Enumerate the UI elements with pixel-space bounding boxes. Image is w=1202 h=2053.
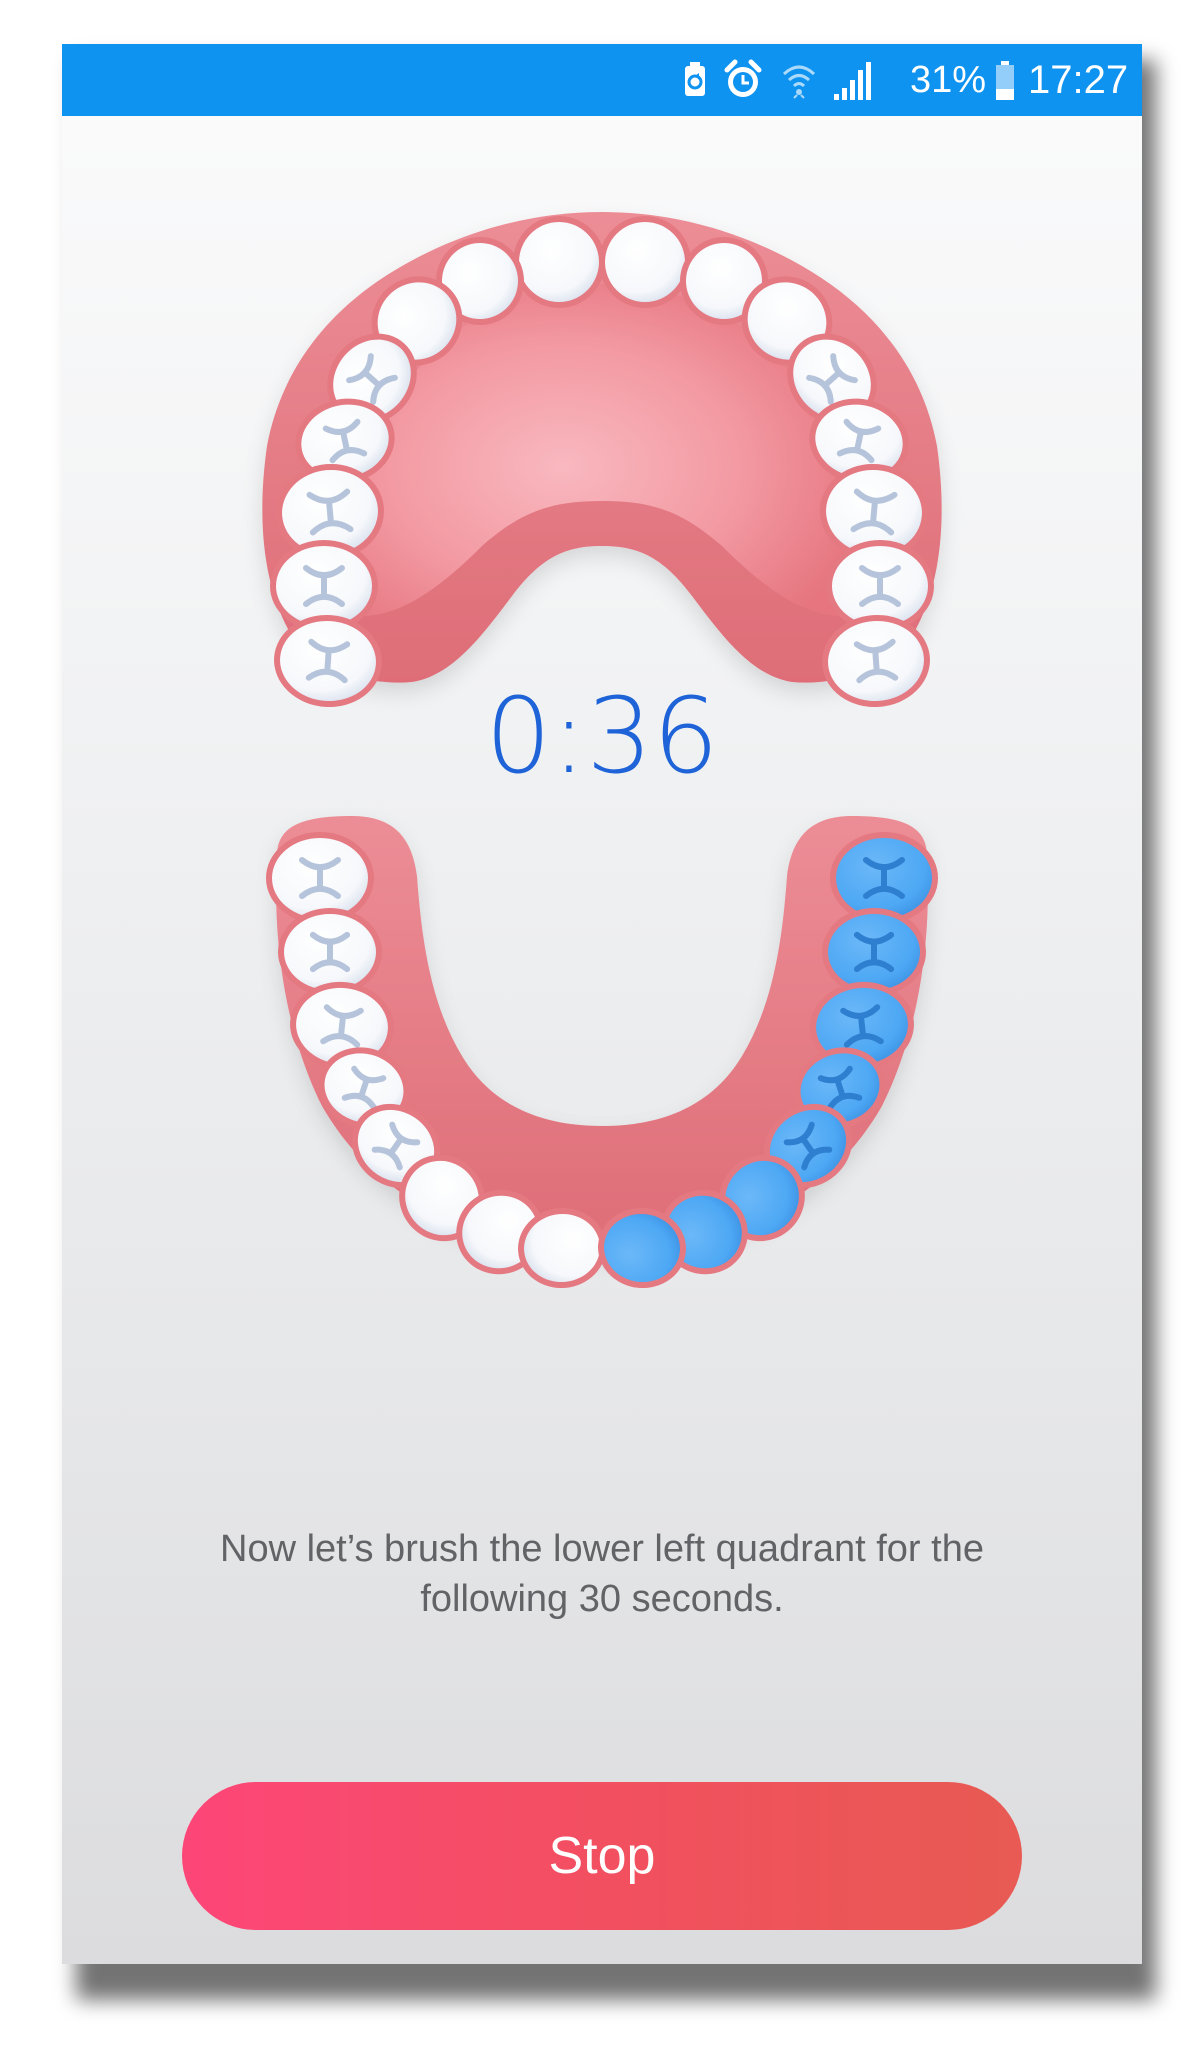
- status-bar: 31% 17:27: [62, 44, 1142, 116]
- signal-icon: [834, 62, 871, 100]
- clock: 17:27: [1028, 57, 1129, 102]
- upper-tooth: [599, 216, 691, 308]
- phone-screen: 31% 17:27 0:36 Now let’s brush the lower…: [62, 44, 1142, 1964]
- alarm-icon: [724, 59, 762, 97]
- stop-button[interactable]: Stop: [182, 1782, 1022, 1930]
- brush-timer: 0:36: [485, 675, 719, 797]
- battery-icon: [996, 61, 1014, 100]
- instruction-text: Now let’s brush the lower left quadrant …: [220, 1528, 984, 1620]
- upper-tooth: [513, 216, 605, 308]
- battery-percent: 31%: [910, 58, 987, 101]
- recycle-battery-icon: [685, 62, 705, 96]
- wifi-icon: [782, 65, 816, 99]
